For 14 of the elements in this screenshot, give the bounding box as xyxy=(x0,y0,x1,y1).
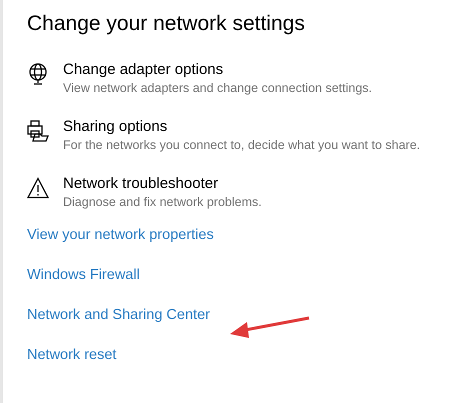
option-title[interactable]: Change adapter options xyxy=(63,60,372,80)
section-heading: Change your network settings xyxy=(27,11,306,37)
globe-monitor-icon xyxy=(27,63,49,85)
option-title[interactable]: Sharing options xyxy=(63,117,420,137)
option-description: Diagnose and fix network problems. xyxy=(63,194,262,211)
option-description: For the networks you connect to, decide what you want to share. xyxy=(63,137,420,154)
settings-link[interactable]: View your network properties xyxy=(27,226,214,245)
option-title[interactable]: Network troubleshooter xyxy=(63,174,262,194)
settings-link[interactable]: Network and Sharing Center xyxy=(27,306,210,325)
settings-link[interactable]: Windows Firewall xyxy=(27,266,140,285)
warning-icon xyxy=(27,177,49,199)
printer-folder-icon xyxy=(27,120,49,142)
settings-link[interactable]: Network reset xyxy=(27,346,116,365)
option-description: View network adapters and change connection settings. xyxy=(63,80,372,97)
